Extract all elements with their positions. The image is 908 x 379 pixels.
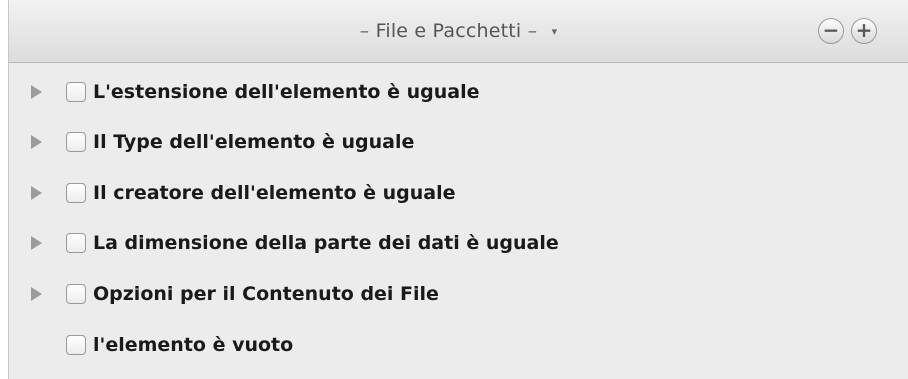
list-item: L'estensione dell'elemento è uguale (9, 72, 908, 112)
disclosure-triangle-icon[interactable] (31, 85, 42, 99)
item-label: Opzioni per il Contenuto dei File (93, 283, 439, 305)
disclosure-triangle-icon[interactable] (31, 236, 42, 250)
item-label: La dimensione della parte dei dati è ugu… (93, 232, 559, 254)
list-item: La dimensione della parte dei dati è ugu… (9, 223, 908, 263)
list-item: Il Type dell'elemento è uguale (9, 122, 908, 162)
list-item: l'elemento è vuoto (9, 325, 908, 365)
item-checkbox[interactable] (66, 335, 86, 355)
title-dash-left: – (359, 20, 370, 42)
section-title-text: File e Pacchetti (375, 20, 522, 42)
disclosure-triangle-icon[interactable] (31, 186, 42, 200)
item-checkbox[interactable] (66, 233, 86, 253)
item-checkbox[interactable] (66, 82, 86, 102)
title-dash-right: – (527, 20, 538, 42)
remove-button[interactable]: − (818, 18, 844, 44)
item-checkbox[interactable] (66, 132, 86, 152)
dropdown-caret-icon[interactable]: ▾ (552, 25, 558, 38)
list-item: Opzioni per il Contenuto dei File (9, 274, 908, 314)
file-packages-panel: – File e Pacchetti – ▾ − + L'estensione … (8, 0, 908, 379)
list-item: Il creatore dell'elemento è uguale (9, 173, 908, 213)
item-checkbox[interactable] (66, 284, 86, 304)
section-title[interactable]: – File e Pacchetti – ▾ (9, 20, 908, 42)
item-checkbox[interactable] (66, 183, 86, 203)
item-label: l'elemento è vuoto (93, 334, 294, 356)
add-button[interactable]: + (851, 18, 877, 44)
plus-icon: + (855, 18, 873, 42)
disclosure-triangle-icon[interactable] (31, 135, 42, 149)
minus-icon: − (822, 18, 840, 42)
section-header[interactable]: – File e Pacchetti – ▾ − + (9, 0, 908, 63)
item-label: L'estensione dell'elemento è uguale (93, 81, 480, 103)
disclosure-triangle-icon[interactable] (31, 287, 42, 301)
item-label: Il Type dell'elemento è uguale (93, 131, 415, 153)
item-label: Il creatore dell'elemento è uguale (93, 182, 456, 204)
